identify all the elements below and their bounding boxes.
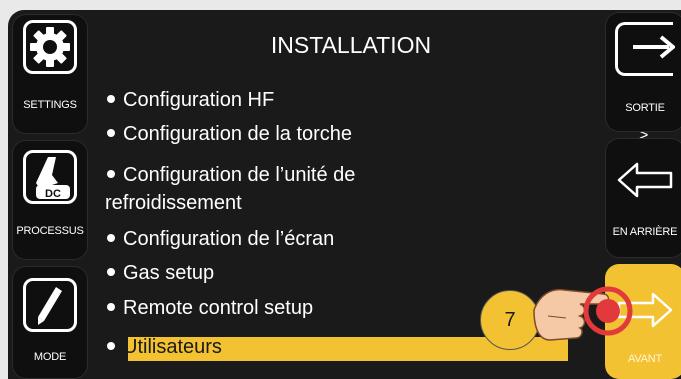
bullet-icon [107, 303, 115, 312]
back-arrow-icon [617, 162, 673, 198]
menu-item-configuration-hf[interactable]: Configuration HF [107, 89, 274, 112]
menu-item-configuration-ecran[interactable]: Configuration de l’écran [107, 228, 334, 251]
device-screen: SETTINGS DC PROCESSUS MODE INSTALLATION … [8, 10, 681, 379]
torch-dc-icon: DC [23, 150, 77, 204]
settings-label: SETTINGS [23, 99, 77, 111]
mode-slash-icon [23, 278, 77, 332]
processus-button[interactable]: DC PROCESSUS [12, 140, 88, 260]
bullet-icon [107, 234, 115, 243]
page-title: INSTALLATION [270, 32, 432, 58]
avant-label: AVANT [627, 353, 663, 365]
callout-number: 7 [504, 308, 516, 331]
menu-item-remote-control-setup[interactable]: Remote control setup [107, 297, 313, 320]
touch-target-icon [583, 286, 633, 336]
menu-item-configuration-refroidissement[interactable]: Configuration de l’unité de refroidissem… [105, 161, 355, 217]
mode-button[interactable]: MODE [12, 266, 88, 379]
bullet-icon [107, 170, 115, 179]
bullet-icon [107, 342, 115, 351]
settings-button[interactable]: SETTINGS [12, 14, 88, 134]
menu-item-utilisateurs[interactable]: Utilisateurs [107, 336, 222, 359]
dc-badge: DC [45, 188, 61, 200]
bullet-icon [107, 129, 115, 138]
en-arriere-button[interactable]: EN ARRIÈRE [605, 138, 681, 258]
bullet-icon [107, 95, 115, 104]
en-arriere-label: EN ARRIÈRE [612, 226, 678, 238]
bullet-icon [107, 268, 115, 277]
exit-arrow-icon [615, 22, 675, 76]
sortie-label: SORTIE [625, 102, 665, 114]
mode-label: MODE [33, 351, 67, 363]
gear-icon [23, 20, 77, 74]
processus-label: PROCESSUS [16, 225, 84, 237]
sortie-button[interactable]: SORTIE [605, 12, 681, 132]
menu-item-gas-setup[interactable]: Gas setup [107, 262, 214, 285]
menu-item-configuration-torche[interactable]: Configuration de la torche [107, 123, 352, 146]
